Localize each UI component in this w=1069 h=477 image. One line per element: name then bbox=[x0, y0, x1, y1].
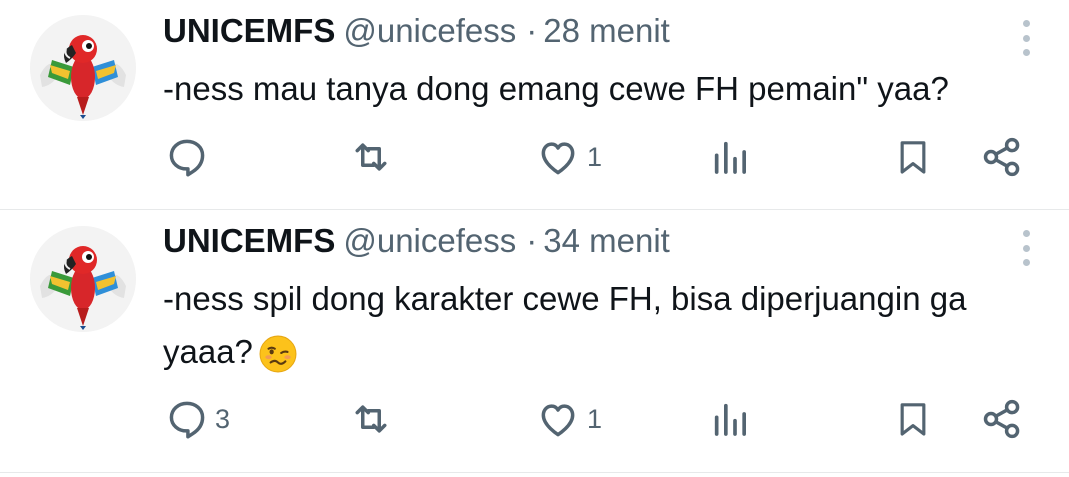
tweet-header: UNICEMFS @unicefess · 28 menit bbox=[163, 12, 670, 56]
share-nodes-icon bbox=[983, 137, 1020, 177]
share-button[interactable] bbox=[980, 135, 1024, 179]
avatar[interactable] bbox=[30, 226, 136, 332]
tweet-1[interactable]: UNICEMFS @unicefess · 28 menit -ness mau ta… bbox=[0, 0, 1069, 209]
views-button[interactable] bbox=[710, 135, 750, 179]
woozy-face-emoji-icon bbox=[259, 335, 297, 373]
retweet-icon bbox=[355, 405, 387, 433]
display-name[interactable]: UNICEMFS bbox=[163, 12, 335, 49]
heart-icon bbox=[541, 142, 575, 175]
reply-button[interactable]: 3 bbox=[165, 397, 230, 441]
like-count: 1 bbox=[587, 141, 603, 172]
timestamp[interactable]: 34 menit bbox=[543, 222, 670, 259]
timestamp[interactable]: 28 menit bbox=[543, 12, 670, 49]
like-button[interactable]: 1 bbox=[535, 397, 602, 441]
share-nodes-icon bbox=[983, 399, 1020, 439]
tweet-2[interactable]: UNICEMFS @unicefess · 34 menit -ness spil d… bbox=[0, 210, 1069, 472]
display-name[interactable]: UNICEMFS bbox=[163, 222, 335, 259]
avatar[interactable] bbox=[30, 15, 136, 121]
separator-dot: · bbox=[526, 222, 538, 259]
parrot-avatar-icon bbox=[30, 226, 136, 332]
tweet-text-content: -ness mau tanya dong emang cewe FH pemai… bbox=[163, 70, 949, 107]
bookmark-icon bbox=[900, 403, 926, 436]
user-handle[interactable]: @unicefess bbox=[343, 222, 516, 259]
reply-bubble-icon bbox=[169, 401, 205, 439]
retweet-button[interactable] bbox=[348, 135, 394, 179]
tweet-header: UNICEMFS @unicefess · 34 menit bbox=[163, 222, 670, 266]
more-vertical-icon[interactable] bbox=[1012, 228, 1040, 268]
reply-bubble-icon bbox=[169, 139, 205, 177]
like-count: 1 bbox=[587, 403, 603, 434]
parrot-avatar-icon bbox=[30, 15, 136, 121]
more-vertical-icon[interactable] bbox=[1012, 18, 1040, 58]
share-button[interactable] bbox=[980, 397, 1024, 441]
views-button[interactable] bbox=[710, 397, 750, 441]
analytics-bars-icon bbox=[714, 141, 746, 174]
tweet-text: -ness spil dong karakter cewe FH, bisa d… bbox=[163, 272, 1023, 378]
user-handle[interactable]: @unicefess bbox=[343, 12, 516, 49]
bookmark-button[interactable] bbox=[893, 397, 933, 441]
bookmark-icon bbox=[900, 141, 926, 174]
retweet-button[interactable] bbox=[348, 397, 394, 441]
retweet-icon bbox=[355, 143, 387, 171]
separator-dot: · bbox=[526, 12, 538, 49]
tweet-divider bbox=[0, 472, 1069, 473]
reply-button[interactable] bbox=[165, 135, 215, 179]
reply-count: 3 bbox=[215, 403, 231, 434]
like-button[interactable]: 1 bbox=[535, 135, 602, 179]
heart-icon bbox=[541, 404, 575, 437]
analytics-bars-icon bbox=[714, 403, 746, 436]
bookmark-button[interactable] bbox=[893, 135, 933, 179]
tweet-text: -ness mau tanya dong emang cewe FH pemai… bbox=[163, 62, 1023, 115]
